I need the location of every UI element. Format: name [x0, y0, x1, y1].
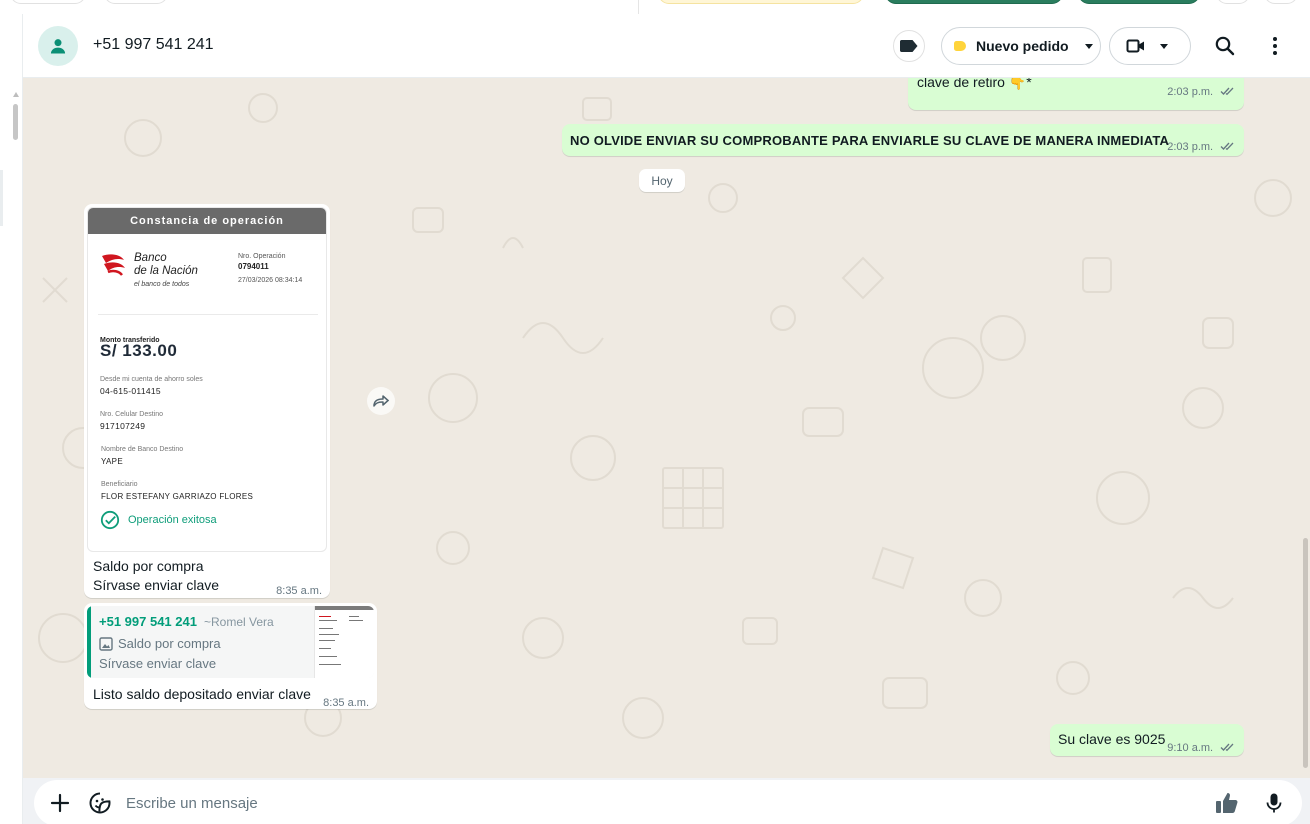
forward-icon [373, 395, 390, 407]
microphone-icon [1266, 793, 1282, 813]
quoted-message[interactable]: +51 997 541 241 ~Romel Vera Saldo por co… [87, 606, 374, 678]
message-time: 2:03 p.m. [1167, 141, 1214, 153]
message-incoming-reply[interactable]: +51 997 541 241 ~Romel Vera Saldo por co… [84, 603, 377, 709]
read-ticks-icon [1220, 87, 1234, 96]
message-meta: 8:35 a.m. [276, 580, 322, 601]
amount-value: S/ 133.00 [100, 341, 178, 360]
top-pill [1078, 0, 1200, 4]
message-text: Su clave es 9025 [1058, 731, 1166, 747]
new-order-label: Nuevo pedido [976, 38, 1069, 54]
chat-list-scrollbar[interactable] [13, 104, 18, 140]
side-tab [0, 170, 3, 226]
read-ticks-icon [1220, 142, 1234, 151]
quote-accent-bar [87, 606, 91, 678]
receipt-header: Constancia de operación [88, 208, 326, 234]
message-meta: 2:03 p.m. [1167, 81, 1236, 102]
read-ticks-icon [1220, 743, 1234, 752]
check-circle-icon [100, 510, 120, 530]
caption-line: Saldo por compra [93, 558, 204, 574]
operation-number: 0794011 [238, 262, 269, 271]
chat-header: +51 997 541 241 Nuevo pedido [23, 14, 1310, 78]
message-outgoing[interactable]: Su clave es 9025 9:10 a.m. [1050, 724, 1244, 756]
quote-thumbnail [314, 606, 374, 678]
browser-top-strip [0, 0, 1310, 14]
plus-icon [50, 793, 70, 813]
operation-info: Nro. Operación 0794011 27/03/2026 08:34:… [238, 252, 302, 286]
date-divider: Hoy [639, 169, 685, 192]
video-call-button[interactable] [1109, 27, 1191, 65]
sticker-button[interactable] [88, 791, 112, 815]
image-icon [99, 636, 113, 651]
new-order-button[interactable]: Nuevo pedido [941, 27, 1101, 65]
chat-scrollbar[interactable] [1303, 538, 1308, 768]
order-label-color-icon [954, 41, 966, 51]
bank-name-line1: Banco [134, 252, 167, 264]
dest-bank-value: YAPE [101, 457, 123, 466]
message-input[interactable] [126, 792, 1186, 814]
from-account-value: 04-615-011415 [100, 386, 161, 396]
sticker-icon [89, 792, 111, 814]
search-button[interactable] [1213, 34, 1237, 58]
operation-datetime: 27/03/2026 08:34:14 [238, 277, 303, 284]
top-pill [104, 0, 168, 4]
top-divider [638, 0, 639, 14]
top-pill [10, 0, 86, 4]
attach-button[interactable] [49, 792, 71, 814]
message-meta: 2:03 p.m. [1167, 136, 1236, 157]
quote-author-alias: ~Romel Vera [204, 615, 274, 629]
receipt-separator [98, 314, 318, 315]
message-meta: 9:10 a.m. [1167, 737, 1236, 758]
quote-line: Saldo por compra [99, 634, 221, 653]
quote-author: +51 997 541 241 [99, 614, 197, 629]
avatar[interactable] [38, 26, 78, 66]
receipt-image[interactable]: Constancia de operación Banco de la Naci… [87, 207, 327, 552]
bank-name: Banco de la Nación el banco de todos [134, 252, 198, 291]
menu-button[interactable] [1263, 34, 1287, 58]
chevron-down-icon [1160, 43, 1168, 49]
message-time: 8:35 a.m. [276, 585, 322, 597]
beneficiary-value: FLOR ESTEFANY GARRIAZO FLORES [101, 492, 254, 501]
dest-phone-value: 917107249 [100, 421, 146, 431]
voice-message-button[interactable] [1262, 791, 1286, 815]
chat-area[interactable]: clave de retiro 👇* 2:03 p.m. NO OLVIDE E… [23, 78, 1310, 778]
top-pill [658, 0, 864, 4]
chat-list-edge [0, 14, 23, 824]
message-outgoing[interactable]: clave de retiro 👇* 2:03 p.m. [908, 78, 1244, 110]
top-pill [1264, 0, 1298, 4]
search-icon [1215, 36, 1235, 56]
video-camera-icon [1126, 39, 1144, 53]
operation-label: Nro. Operación [238, 253, 286, 260]
quote-line: Sírvase enviar clave [99, 656, 217, 671]
message-outgoing[interactable]: NO OLVIDE ENVIAR SU COMPROBANTE PARA ENV… [562, 124, 1244, 156]
message-time: 8:35 a.m. [323, 697, 369, 709]
composer-bar [23, 778, 1310, 824]
caption-line: Sírvase enviar clave [93, 577, 220, 593]
like-button[interactable] [1214, 790, 1240, 816]
message-incoming-image[interactable]: Constancia de operación Banco de la Naci… [84, 204, 330, 598]
scroll-up-arrow[interactable] [13, 92, 19, 97]
person-icon [50, 39, 66, 54]
forward-button[interactable] [367, 387, 395, 415]
bank-name-line2: de la Nación [134, 265, 198, 277]
message-text: Listo saldo depositado enviar clave [93, 686, 311, 702]
operation-status: Operación exitosa [100, 510, 217, 530]
operation-status-text: Operación exitosa [128, 513, 217, 526]
chevron-down-icon [1084, 43, 1093, 49]
label-icon [900, 40, 918, 52]
message-time: 9:10 a.m. [1167, 742, 1214, 754]
bank-tagline: el banco de todos [134, 281, 190, 288]
top-pill [1216, 0, 1250, 4]
contact-name[interactable]: +51 997 541 241 [93, 36, 214, 54]
composer [34, 780, 1302, 824]
message-text: clave de retiro 👇* [917, 78, 1032, 90]
message-meta: 8:35 a.m. [323, 692, 369, 713]
message-text: NO OLVIDE ENVIAR SU COMPROBANTE PARA ENV… [570, 133, 1170, 148]
message-time: 2:03 p.m. [1167, 86, 1214, 98]
bank-logo-icon [102, 254, 125, 276]
label-button[interactable] [893, 30, 925, 62]
quote-line-text: Saldo por compra [118, 636, 221, 651]
more-vertical-icon [1273, 37, 1277, 55]
thumbs-up-icon [1216, 793, 1238, 813]
top-pill [885, 0, 1063, 4]
